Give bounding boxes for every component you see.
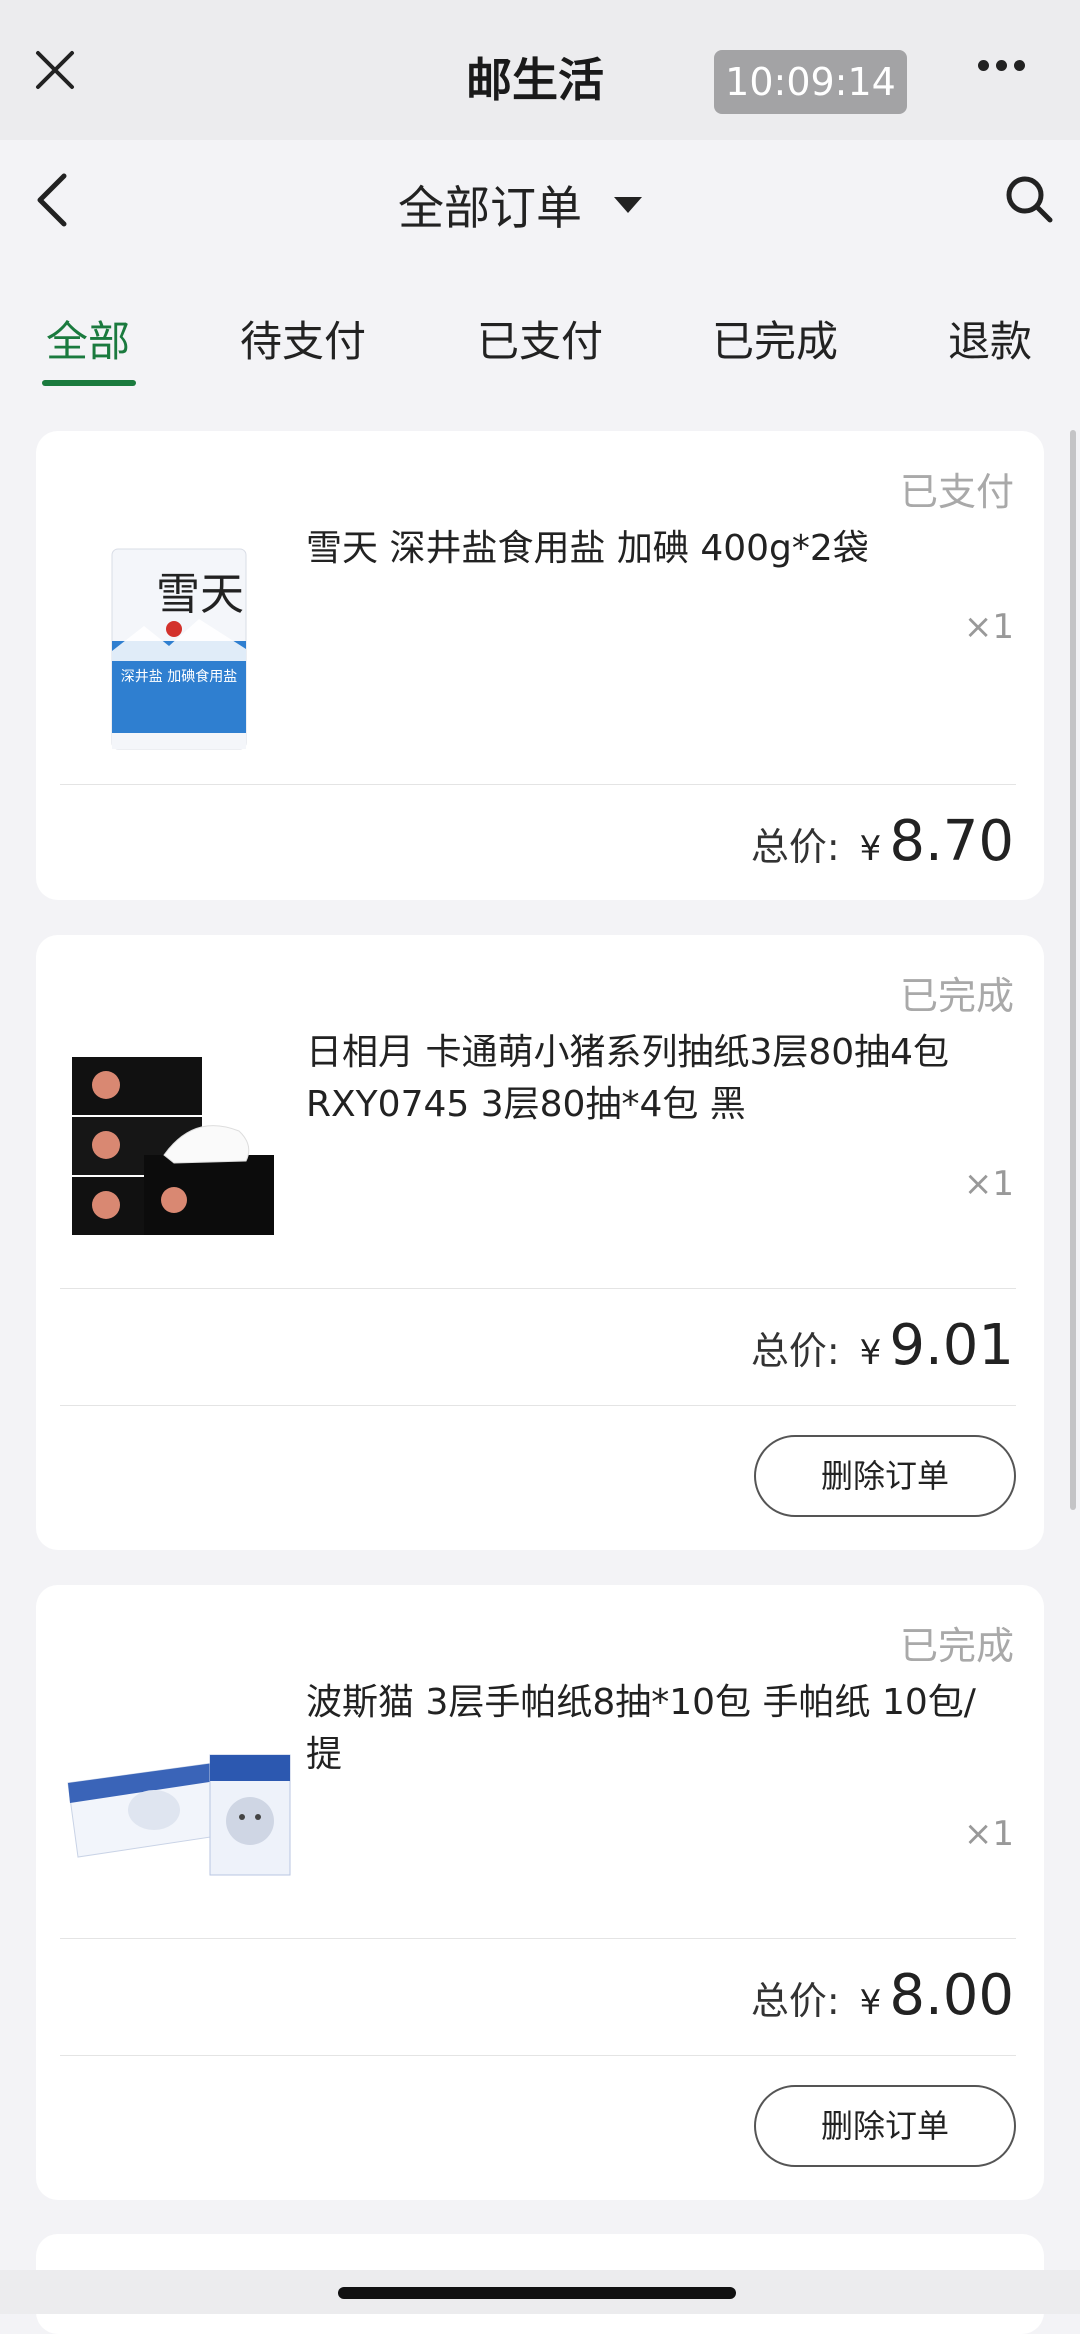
order-status: 已支付 [899, 470, 1014, 514]
divider [60, 1405, 1016, 1406]
caret-down-icon [614, 197, 642, 213]
currency-symbol: ¥ [859, 829, 882, 869]
total-label: 总价: [750, 1979, 840, 2023]
order-total: 总价: ¥ 9.01 [751, 1313, 1014, 1378]
time-badge: 10:09:14 [714, 50, 907, 114]
tab-paid[interactable]: 已支付 [477, 308, 603, 369]
product-name[interactable]: 波斯猫 3层手帕纸8抽*10包 手帕纸 10包/提 [306, 1677, 1006, 1781]
divider [60, 2055, 1016, 2056]
divider [60, 784, 1016, 785]
product-quantity: ×1 [963, 1814, 1014, 1854]
back-icon[interactable] [30, 168, 74, 232]
delete-order-button[interactable]: 删除订单 [754, 2085, 1016, 2167]
tab-all[interactable]: 全部 [46, 308, 130, 369]
tab-pending-payment[interactable]: 待支付 [240, 308, 366, 369]
salt-brand-text: 雪天 [156, 569, 244, 620]
order-filter-dropdown[interactable]: 全部订单 [398, 172, 642, 238]
currency-symbol: ¥ [859, 1333, 882, 1373]
order-total: 总价: ¥ 8.70 [751, 809, 1014, 874]
total-amount: 8.00 [889, 1963, 1014, 2028]
order-status: 已完成 [899, 1624, 1014, 1668]
active-tab-indicator [42, 380, 136, 386]
tab-refund[interactable]: 退款 [948, 308, 1032, 369]
scrollbar[interactable] [1070, 430, 1076, 1510]
order-card[interactable]: 已支付 雪天 深井盐 加碘食用盐 雪天 深井盐食用盐 加碘 400g*2袋 ×1… [36, 431, 1044, 900]
divider [60, 1288, 1016, 1289]
product-image-salt[interactable]: 雪天 深井盐 加碘食用盐 [64, 531, 294, 761]
salt-package-text: 深井盐 加碘食用盐 [121, 668, 237, 685]
more-icon[interactable] [978, 56, 1034, 86]
order-status: 已完成 [899, 974, 1014, 1018]
nav-title-text: 全部订单 [398, 181, 582, 235]
home-indicator[interactable] [338, 2287, 736, 2299]
product-name[interactable]: 日相月 卡通萌小猪系列抽纸3层80抽4包 RXY0745 3层80抽*4包 黑 [306, 1027, 1006, 1131]
product-name[interactable]: 雪天 深井盐食用盐 加碘 400g*2袋 [306, 523, 1006, 575]
product-image-tissue-cat[interactable] [64, 1685, 294, 1915]
total-amount: 8.70 [889, 809, 1014, 874]
product-quantity: ×1 [963, 607, 1014, 647]
total-amount: 9.01 [889, 1313, 1014, 1378]
order-card[interactable]: 已完成 日相月 卡通萌小猪系列抽纸3层80抽4包 RXY0745 3层80抽*4… [36, 935, 1044, 1550]
total-label: 总价: [750, 825, 840, 869]
product-quantity: ×1 [963, 1164, 1014, 1204]
total-label: 总价: [750, 1329, 840, 1373]
delete-order-button[interactable]: 删除订单 [754, 1435, 1016, 1517]
search-icon[interactable] [1004, 174, 1054, 224]
product-image-tissue-black[interactable] [64, 1035, 294, 1265]
tab-completed[interactable]: 已完成 [712, 308, 838, 369]
order-total: 总价: ¥ 8.00 [751, 1963, 1014, 2028]
divider [60, 1938, 1016, 1939]
currency-symbol: ¥ [859, 1983, 882, 2023]
order-card[interactable]: 已完成 波斯猫 3层手帕纸8抽*10包 手帕纸 10包/提 ×1 总价: ¥ 8… [36, 1585, 1044, 2200]
app-top-bar: 邮生活 10:09:14 [0, 0, 1080, 140]
nav-bar: 全部订单 [0, 140, 1080, 260]
app-title: 邮生活 [466, 53, 604, 107]
order-tabs: 全部 待支付 已支付 已完成 退款 [0, 300, 1080, 390]
